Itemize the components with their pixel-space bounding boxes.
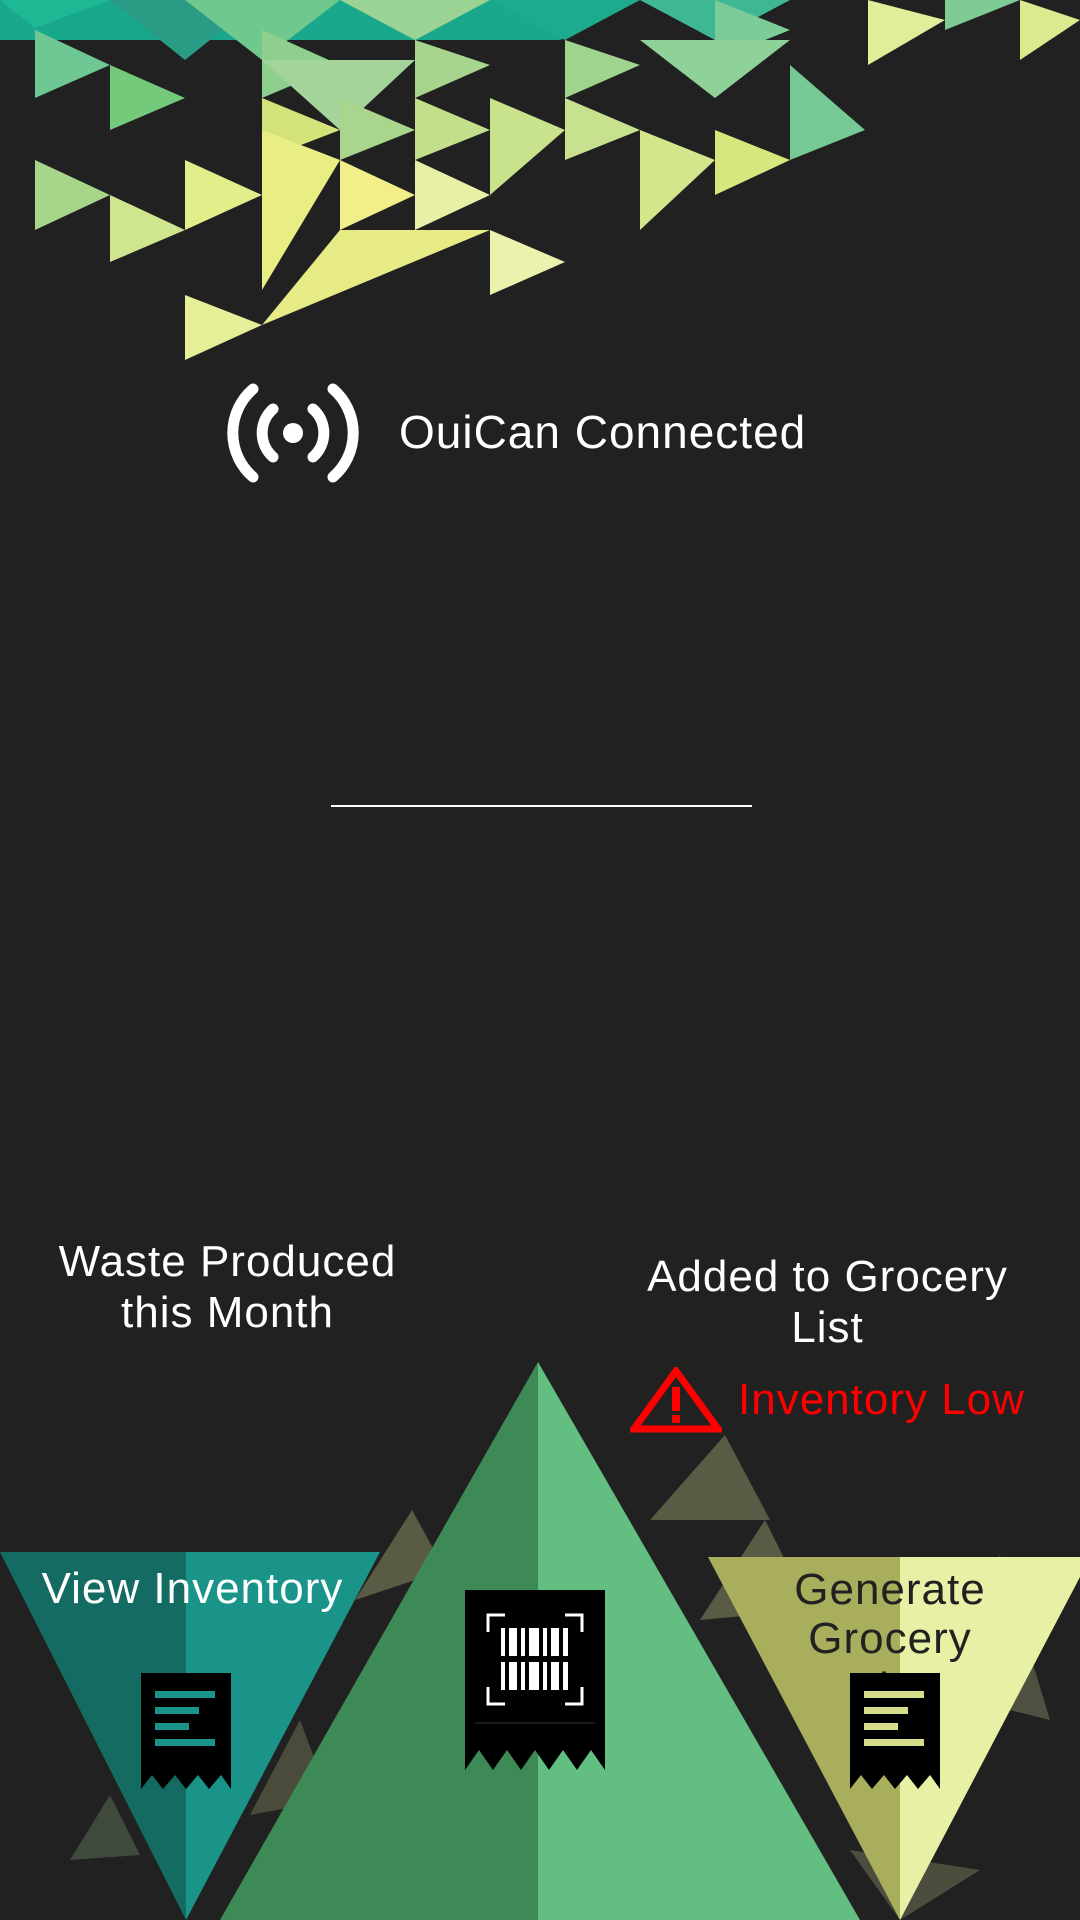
broadcast-icon bbox=[227, 383, 359, 482]
barcode-scan-icon bbox=[465, 1590, 605, 1770]
grocery-added-label: Added to Grocery List bbox=[647, 1252, 1008, 1352]
receipt-icon bbox=[850, 1673, 940, 1789]
connection-status-label: OuiCan Connected bbox=[399, 406, 807, 459]
waste-produced-label: Waste Produced this Month bbox=[58, 1237, 397, 1337]
divider bbox=[331, 805, 752, 807]
decorative-triangle-banner bbox=[0, 0, 1080, 360]
connection-status: OuiCan Connected bbox=[225, 380, 825, 485]
generate-grocery-list-button[interactable]: Generate Grocery List bbox=[708, 1557, 1080, 1920]
receipt-icon bbox=[141, 1673, 231, 1789]
